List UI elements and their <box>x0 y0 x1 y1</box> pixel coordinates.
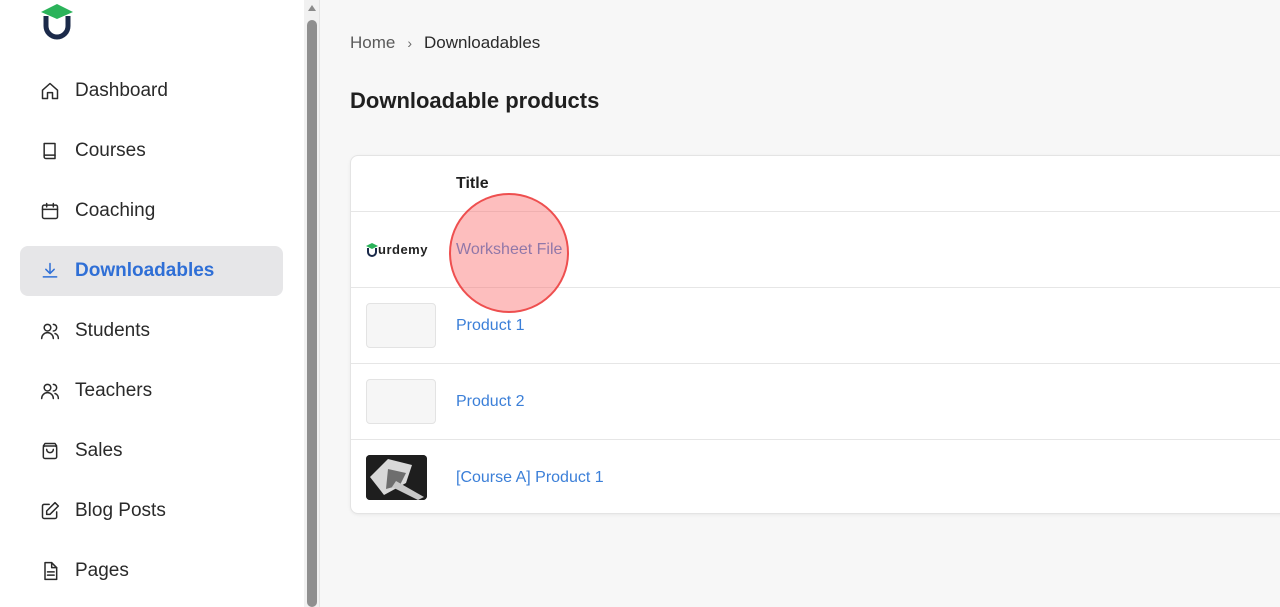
sidebar-item-label: Students <box>75 320 150 341</box>
sidebar-item-blog-posts[interactable]: Blog Posts <box>20 486 283 536</box>
sidebar-item-label: Dashboard <box>75 80 168 101</box>
product-thumbnail <box>366 455 427 500</box>
breadcrumb: Home › Downloadables <box>350 33 540 53</box>
book-icon <box>40 141 60 161</box>
users-icon <box>40 321 60 341</box>
sidebar-nav: Dashboard Courses Coaching Downloadables <box>20 66 283 606</box>
app-root: Dashboard Courses Coaching Downloadables <box>0 0 1280 607</box>
product-thumbnail: urdemy <box>366 227 436 272</box>
thumbnail-logo-text: urdemy <box>378 242 428 257</box>
users-icon <box>40 381 60 401</box>
chevron-right-icon: › <box>407 35 413 51</box>
sidebar-item-label: Downloadables <box>75 260 215 281</box>
urdemy-logo-icon <box>366 242 378 257</box>
calendar-icon <box>40 201 60 221</box>
product-title-link[interactable]: [Course A] Product 1 <box>456 469 604 487</box>
sidebar-item-label: Pages <box>75 560 129 581</box>
product-title-link[interactable]: Product 2 <box>456 393 524 411</box>
sidebar-item-downloadables[interactable]: Downloadables <box>20 246 283 296</box>
file-icon <box>40 561 60 581</box>
scroll-up-arrow-icon[interactable] <box>308 5 316 11</box>
sidebar-item-students[interactable]: Students <box>20 306 283 356</box>
main-content: Home › Downloadables Downloadable produc… <box>320 0 1280 607</box>
logo-icon <box>41 4 73 40</box>
sidebar-item-label: Courses <box>75 140 146 161</box>
sidebar-item-coaching[interactable]: Coaching <box>20 186 283 236</box>
download-icon <box>40 261 60 281</box>
column-header-title: Title <box>456 175 489 192</box>
sidebar-item-sales[interactable]: Sales <box>20 426 283 476</box>
table-row[interactable]: Product 2 <box>351 364 1280 440</box>
click-indicator <box>449 193 569 313</box>
brand-logo[interactable] <box>38 2 76 40</box>
sidebar-item-teachers[interactable]: Teachers <box>20 366 283 416</box>
sidebar-item-label: Teachers <box>75 380 153 401</box>
sidebar-item-courses[interactable]: Courses <box>20 126 283 176</box>
product-thumbnail <box>366 379 436 424</box>
product-title-link[interactable]: Product 1 <box>456 317 524 335</box>
sidebar-item-label: Blog Posts <box>75 500 166 521</box>
product-thumbnail <box>366 303 436 348</box>
page-title: Downloadable products <box>350 88 600 113</box>
bag-icon <box>40 441 60 461</box>
sidebar-item-label: Sales <box>75 440 123 461</box>
product-image <box>366 455 427 500</box>
sidebar: Dashboard Courses Coaching Downloadables <box>0 0 304 607</box>
home-icon <box>40 81 60 101</box>
breadcrumb-current: Downloadables <box>424 33 541 52</box>
scrollbar-thumb[interactable] <box>307 20 317 607</box>
sidebar-item-dashboard[interactable]: Dashboard <box>20 66 283 116</box>
sidebar-item-label: Coaching <box>75 200 156 221</box>
sidebar-item-pages[interactable]: Pages <box>20 546 283 596</box>
sidebar-scrollbar[interactable] <box>304 0 320 607</box>
breadcrumb-home-link[interactable]: Home <box>350 33 395 53</box>
edit-icon <box>40 501 60 521</box>
table-row[interactable]: [Course A] Product 1 <box>351 440 1280 516</box>
